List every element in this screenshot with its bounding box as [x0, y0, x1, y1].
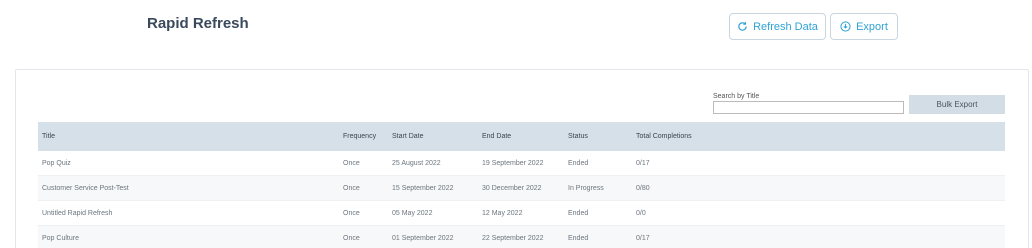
- rapid-refresh-table: Title Frequency Start Date End Date Stat…: [38, 122, 1005, 248]
- refresh-icon: [737, 21, 748, 32]
- search-input[interactable]: [713, 101, 904, 114]
- cell-end-date: 30 December 2022: [482, 184, 542, 192]
- cell-frequency: Once: [343, 234, 360, 242]
- cell-title: Pop Quiz: [42, 159, 71, 167]
- refresh-data-button[interactable]: Refresh Data: [729, 13, 826, 40]
- column-header-end-date[interactable]: End Date: [482, 133, 568, 140]
- column-header-start-date[interactable]: Start Date: [392, 133, 482, 140]
- export-button[interactable]: Export: [830, 13, 898, 40]
- refresh-data-label: Refresh Data: [753, 20, 818, 33]
- cell-status: Ended: [568, 159, 589, 167]
- cell-total-completions: 0/17: [636, 234, 650, 242]
- table-row[interactable]: Customer Service Post-Test Once 15 Septe…: [38, 176, 1005, 201]
- search-label: Search by Title: [713, 93, 760, 100]
- cell-frequency: Once: [343, 159, 360, 167]
- column-header-status[interactable]: Status: [568, 133, 636, 140]
- cell-start-date: 05 May 2022: [392, 209, 433, 217]
- page-title: Rapid Refresh: [147, 15, 249, 32]
- cell-total-completions: 0/0: [636, 209, 646, 217]
- column-header-total-completions[interactable]: Total Completions: [636, 133, 756, 140]
- cell-start-date: 15 September 2022: [392, 184, 454, 192]
- cell-status: Ended: [568, 234, 589, 242]
- cell-frequency: Once: [343, 209, 360, 217]
- column-header-title[interactable]: Title: [38, 133, 343, 140]
- cell-start-date: 25 August 2022: [392, 159, 441, 167]
- cell-start-date: 01 September 2022: [392, 234, 454, 242]
- export-label: Export: [856, 20, 888, 33]
- table-row[interactable]: Pop Culture Once 01 September 2022 22 Se…: [38, 226, 1005, 248]
- cell-end-date: 19 September 2022: [482, 159, 544, 167]
- cell-end-date: 12 May 2022: [482, 209, 523, 217]
- column-header-frequency[interactable]: Frequency: [343, 133, 392, 140]
- cell-status: In Progress: [568, 184, 604, 192]
- table-header: Title Frequency Start Date End Date Stat…: [38, 122, 1005, 151]
- cell-frequency: Once: [343, 184, 360, 192]
- cell-total-completions: 0/17: [636, 159, 650, 167]
- cell-title: Customer Service Post-Test: [42, 184, 129, 192]
- cell-end-date: 22 September 2022: [482, 234, 544, 242]
- cell-title: Pop Culture: [42, 234, 79, 242]
- table-row[interactable]: Pop Quiz Once 25 August 2022 19 Septembe…: [38, 151, 1005, 176]
- cell-total-completions: 0/80: [636, 184, 650, 192]
- download-circle-icon: [840, 21, 851, 32]
- cell-title: Untitled Rapid Refresh: [42, 209, 113, 217]
- bulk-export-button[interactable]: Bulk Export: [909, 95, 1005, 114]
- table-row[interactable]: Untitled Rapid Refresh Once 05 May 2022 …: [38, 201, 1005, 226]
- cell-status: Ended: [568, 209, 589, 217]
